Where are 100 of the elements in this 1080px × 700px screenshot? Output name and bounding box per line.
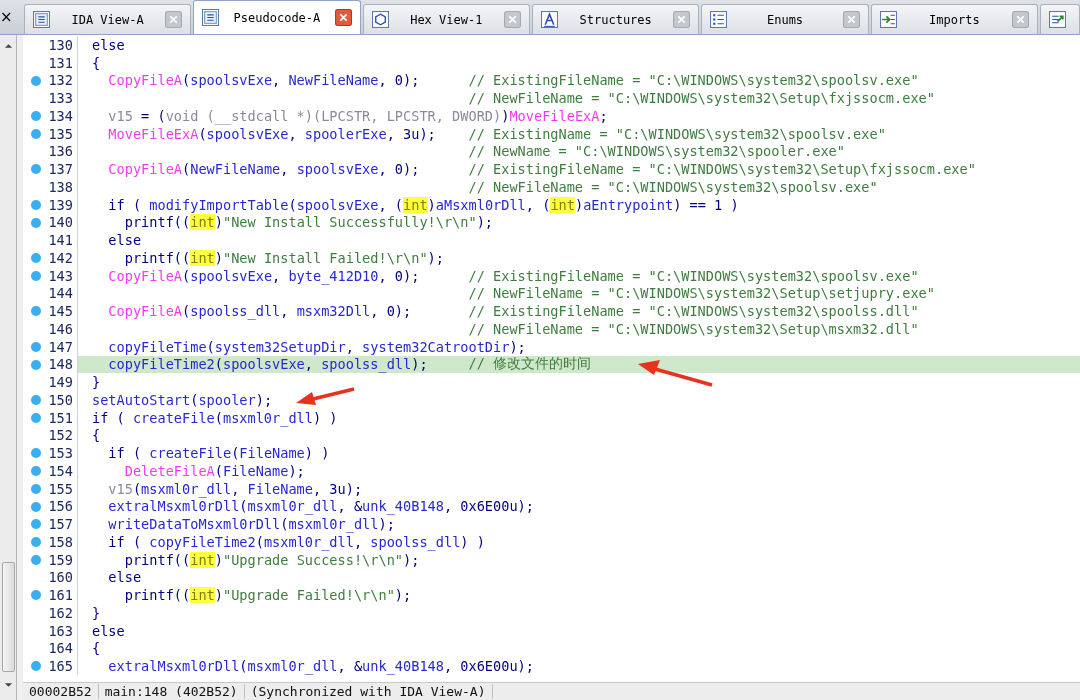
- breakpoint-dot[interactable]: [31, 590, 41, 601]
- status-text: (Synchronized with IDA View-A): [244, 684, 493, 699]
- code-line: if ( createFile(FileName) ): [107, 445, 330, 462]
- scroll-thumb[interactable]: [1, 562, 15, 672]
- line-number: 155: [48, 480, 73, 497]
- code-line: CopyFileA(spoolsvExe, NewFileName, 0);: [107, 72, 420, 89]
- line-number: 158: [48, 533, 73, 550]
- breakpoint-dot[interactable]: [31, 448, 41, 459]
- scroll-down-icon[interactable]: [3, 682, 13, 688]
- code-line: printf((int)"Upgrade Success!\r\n");: [123, 551, 420, 568]
- tab-label: Hex View-1: [409, 12, 484, 27]
- line-number: 163: [48, 622, 73, 639]
- breakpoint-dot[interactable]: [31, 111, 41, 121]
- breakpoint-dot[interactable]: [31, 466, 41, 476]
- line-number: 142: [48, 249, 73, 266]
- hexagon-icon: [371, 11, 389, 28]
- breakpoint-dot[interactable]: [31, 483, 41, 494]
- breakpoint-dot[interactable]: [31, 270, 41, 281]
- tab-label: Pseudocode-A: [232, 10, 322, 25]
- tab[interactable]: IDA View-A: [23, 4, 192, 34]
- breakpoint-dot[interactable]: [31, 253, 41, 263]
- line-number: 138: [48, 178, 73, 195]
- line-number: 159: [48, 551, 73, 568]
- code-line: CopyFileA(NewFileName, spoolsvExe, 0);: [107, 161, 420, 178]
- code-line: else: [107, 569, 142, 586]
- line-number: 164: [48, 640, 73, 657]
- code-line: DeleteFileA(FileName);: [123, 462, 305, 479]
- line-number: 148: [48, 356, 73, 373]
- breakpoint-dot[interactable]: [31, 501, 41, 512]
- code-comment: // NewFileName = "C:\WINDOWS\system32\Setup\setjupry.exe": [468, 285, 935, 302]
- line-number: 146: [48, 320, 73, 337]
- document-icon: [202, 9, 220, 26]
- breakpoint-dot[interactable]: [31, 412, 41, 423]
- line-number: 141: [48, 232, 73, 249]
- code-line: setAutoStart(spooler);: [92, 391, 273, 408]
- annotation-arrow: [296, 387, 355, 405]
- breakpoint-dot[interactable]: [31, 537, 41, 547]
- code-line: else: [92, 36, 125, 53]
- breakpoint-dot[interactable]: [31, 519, 41, 530]
- code-line: v15(msxml0r_dll, FileName, 3u);: [107, 480, 363, 497]
- tab[interactable]: Structures: [532, 4, 700, 34]
- code-line: printf((int)"New Install Successfully!\r\n");: [123, 214, 494, 231]
- list-icon: [710, 11, 728, 28]
- tab[interactable]: Imports: [870, 4, 1039, 34]
- breakpoint-dot[interactable]: [31, 199, 41, 210]
- code-line: }: [92, 604, 101, 621]
- breakpoint-dot[interactable]: [31, 217, 41, 228]
- line-number: 157: [48, 516, 73, 533]
- code-line: copyFileTime(system32SetupDir, system32CatrootDir);: [107, 338, 526, 355]
- import-icon: [879, 11, 897, 28]
- breakpoint-dot[interactable]: [31, 661, 41, 672]
- code-line: CopyFileA(spoolss_dll, msxm32Dll, 0);: [107, 303, 412, 320]
- breakpoint-dot[interactable]: [31, 75, 41, 86]
- line-number: 153: [48, 445, 73, 462]
- code-comment: // NewName = "C:\WINDOWS\system32\spooler.exe": [468, 143, 845, 160]
- status-text: main:148 (402B52): [98, 684, 245, 699]
- scroll-up-icon[interactable]: [3, 43, 13, 49]
- status-text: 00002B52: [23, 684, 99, 699]
- code-line: if ( copyFileTime2(msxml0r_dll, spoolss_dll) ): [107, 533, 485, 550]
- line-number: 134: [48, 107, 73, 124]
- breakpoint-dot[interactable]: [31, 164, 41, 175]
- line-number: 147: [48, 338, 73, 355]
- line-number: 136: [48, 143, 73, 160]
- breakpoint-dot[interactable]: [31, 554, 41, 565]
- breakpoint-dot[interactable]: [31, 306, 41, 317]
- code-line: CopyFileA(spoolsvExe, byte_412D10, 0);: [107, 267, 420, 284]
- line-number: 149: [48, 374, 73, 391]
- line-number: 162: [48, 604, 73, 621]
- line-number: 161: [48, 587, 73, 604]
- line-number: 143: [48, 267, 73, 284]
- export-icon[interactable]: [1049, 11, 1067, 28]
- tab-label: IDA View-A: [70, 12, 145, 27]
- line-number: 151: [48, 409, 73, 426]
- code-line: writeDataToMsxml0rDll(msxml0r_dll);: [107, 516, 395, 533]
- tab[interactable]: Enums: [701, 4, 869, 34]
- code-comment: // 修改文件的时间: [468, 355, 592, 374]
- line-number: 139: [48, 196, 73, 213]
- breakpoint-dot[interactable]: [31, 128, 41, 139]
- code-comment: // NewFileName = "C:\WINDOWS\system32\spoolsv.exe": [468, 178, 878, 195]
- code-line: {: [92, 640, 101, 657]
- close-icon[interactable]: ×: [0, 8, 22, 26]
- breakpoint-dot[interactable]: [31, 341, 41, 352]
- scrollbar[interactable]: [0, 35, 17, 700]
- code-line: if ( modifyImportTable(spoolsvExe, (int)aMsxml0rDll, (int)aEntrypoint) == 1 ): [107, 196, 739, 213]
- code-line: MoveFileExA(spoolsvExe, spoolerExe, 3u);: [107, 125, 436, 142]
- close-icon[interactable]: [334, 9, 352, 26]
- code-comment: // ExistingFileName = "C:\WINDOWS\system32\Setup\fxjssocm.exe": [468, 161, 976, 178]
- code-line: extralMsxml0rDll(msxml0r_dll, &unk_40B148, 0x6E00u);: [107, 658, 534, 675]
- line-number: 135: [48, 125, 73, 142]
- line-number: 140: [48, 214, 73, 231]
- code-line: copyFileTime2(spoolsvExe, spoolss_dll);: [107, 356, 428, 373]
- breakpoint-dot[interactable]: [31, 395, 41, 405]
- line-number: 152: [48, 427, 73, 444]
- tab[interactable]: Pseudocode-A: [193, 0, 361, 34]
- line-number: 130: [48, 36, 73, 53]
- line-number: 144: [48, 285, 73, 302]
- breakpoint-dot[interactable]: [31, 359, 41, 370]
- tab[interactable]: Hex View-1: [362, 4, 530, 34]
- line-number: 137: [48, 161, 73, 178]
- line-number: 154: [48, 462, 73, 479]
